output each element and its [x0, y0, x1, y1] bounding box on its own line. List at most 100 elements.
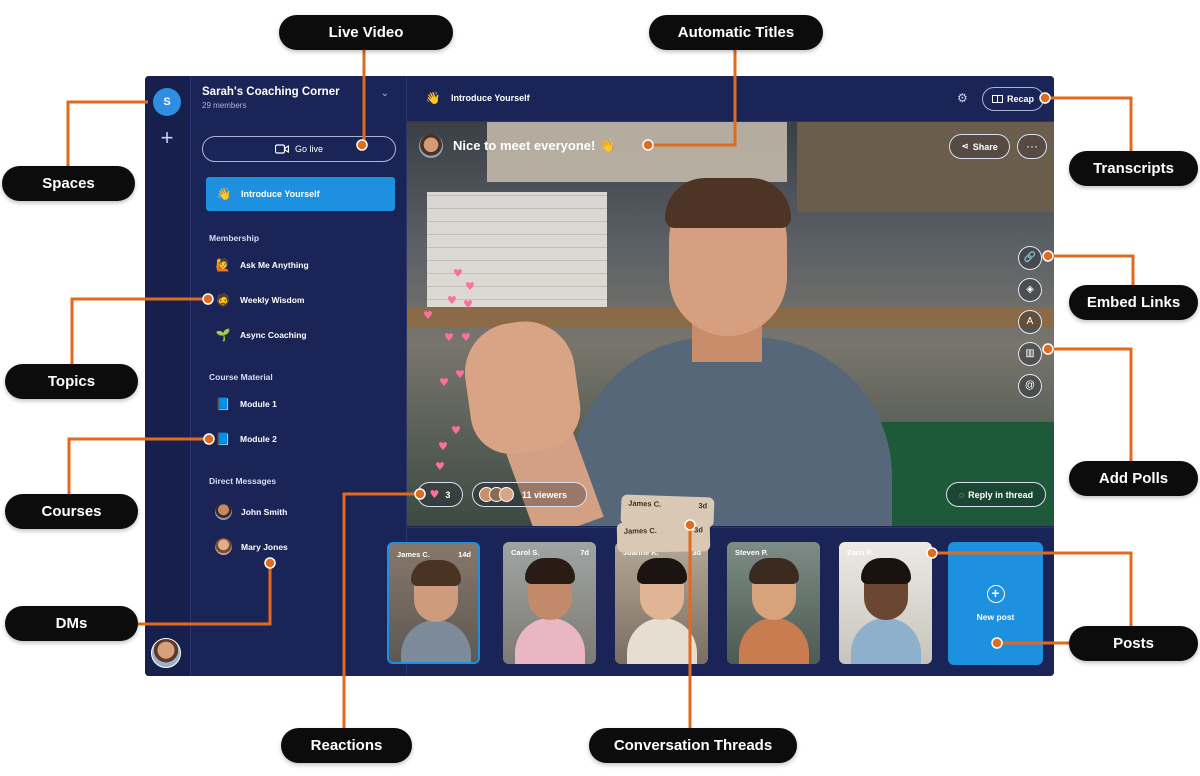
post-card[interactable]: Steven P.	[727, 542, 820, 664]
thread-time: 3d	[698, 501, 708, 511]
topic-label: Ask Me Anything	[240, 260, 309, 270]
thread-author: James C.	[623, 526, 657, 536]
callout-embed-links: Embed Links	[1069, 285, 1198, 320]
go-live-button[interactable]: Go live	[202, 136, 396, 162]
post-author: Carol S.	[511, 548, 540, 557]
viewer-avatars	[479, 487, 514, 502]
post-author: Steven P.	[735, 548, 768, 557]
heart-icon: ♥	[465, 280, 475, 293]
reaction-button[interactable]: ♥ 3	[417, 482, 463, 507]
presenter	[572, 337, 892, 526]
add-space-icon[interactable]: +	[157, 127, 177, 149]
heart-icon: ♥	[447, 294, 457, 307]
main-panel: 👋 Introduce Yourself ⚙ Recap Nice to mee…	[387, 76, 1054, 676]
reply-label: Reply in thread	[968, 489, 1034, 500]
post-time: 14d	[458, 550, 471, 559]
post-thumbnail	[749, 558, 799, 584]
sidebar: Sarah's Coaching Corner 29 members ⌄ Go …	[191, 76, 407, 676]
chat-bubble-icon: ◌	[958, 489, 965, 500]
post-card[interactable]: James C. 14d	[387, 542, 480, 664]
app-window: S + Sarah's Coaching Corner 29 members ⌄…	[145, 76, 1054, 676]
transcript-icon	[991, 95, 1003, 103]
course-label: Module 2	[240, 434, 277, 444]
dm-label: Mary Jones	[241, 541, 288, 552]
callout-transcripts: Transcripts	[1069, 151, 1198, 186]
posts-strip: James C. 14d Carol S. 7d Joanne K. 3d Ja…	[387, 494, 1054, 676]
avatar	[215, 538, 232, 555]
callout-live-video: Live Video	[279, 15, 453, 50]
callout-spaces: Spaces	[2, 166, 135, 201]
auto-title: Nice to meet everyone! 👋	[453, 138, 616, 153]
topic-weekly-wisdom[interactable]: 🧔 Weekly Wisdom	[215, 293, 305, 307]
callout-courses: Courses	[5, 494, 138, 529]
channel-title: Introduce Yourself	[451, 93, 530, 103]
post-time: 7d	[580, 548, 589, 557]
new-post-button[interactable]: + New post	[948, 542, 1043, 665]
wizard-icon: 🧔	[215, 293, 231, 307]
post-card[interactable]: Zach P.	[839, 542, 932, 664]
space-header[interactable]: Sarah's Coaching Corner 29 members ⌄	[202, 86, 397, 110]
member-count: 29 members	[202, 101, 247, 110]
viewer-count: 11 viewers	[522, 489, 568, 500]
topic-ask-me-anything[interactable]: 🙋 Ask Me Anything	[215, 258, 309, 272]
text-icon[interactable]: A	[1018, 310, 1042, 334]
gear-icon[interactable]: ⚙	[957, 92, 969, 104]
callout-automatic-titles: Automatic Titles	[649, 15, 823, 50]
video-title: Nice to meet everyone! 👋	[419, 134, 615, 158]
seedling-icon: 🌱	[215, 328, 231, 342]
heart-icon: ♥	[455, 368, 465, 381]
heart-icon: ♥	[463, 298, 473, 311]
video-camera-icon	[274, 144, 289, 154]
user-avatar[interactable]	[151, 638, 181, 668]
poll-icon[interactable]: ▥	[1018, 342, 1042, 366]
heart-icon: ♥	[435, 460, 445, 473]
course-label: Module 1	[240, 399, 277, 409]
live-video-player[interactable]: Nice to meet everyone! 👋 ⋖ Share ··· 🔗 ◈…	[407, 122, 1054, 526]
viewers-button[interactable]: 11 viewers	[472, 482, 587, 507]
link-icon[interactable]: 🔗	[1018, 246, 1042, 270]
dm-mary-jones[interactable]: Mary Jones	[215, 538, 288, 555]
more-options-button[interactable]: ···	[1017, 134, 1047, 159]
new-post-label: New post	[976, 612, 1015, 622]
share-button[interactable]: ⋖ Share	[949, 134, 1010, 159]
thread-card[interactable]: James C. 3d	[616, 521, 711, 553]
heart-icon: ♥	[444, 331, 454, 344]
mention-icon[interactable]: @	[1018, 374, 1042, 398]
reply-in-thread-button[interactable]: ◌ Reply in thread	[946, 482, 1046, 507]
course-module-1[interactable]: 📘 Module 1	[215, 397, 277, 411]
heart-icon: ♥	[429, 488, 440, 501]
callout-reactions: Reactions	[281, 728, 412, 763]
recap-button[interactable]: Recap	[982, 87, 1044, 111]
raised-hand-icon: 🙋	[215, 258, 231, 272]
heart-icon: ♥	[439, 376, 449, 389]
presenter	[458, 314, 586, 460]
channel-heading: 👋 Introduce Yourself	[425, 91, 530, 105]
video-background	[797, 122, 1054, 212]
wave-icon: 👋	[216, 187, 232, 201]
channel-topbar: 👋 Introduce Yourself ⚙ Recap	[407, 76, 1054, 122]
callout-topics: Topics	[5, 364, 138, 399]
post-card[interactable]: Carol S. 7d	[503, 542, 596, 664]
dm-john-smith[interactable]: John Smith	[215, 503, 287, 520]
callout-conversation-threads: Conversation Threads	[589, 728, 797, 763]
go-live-label: Go live	[294, 144, 323, 154]
topic-label: Async Coaching	[240, 330, 307, 340]
topic-async-coaching[interactable]: 🌱 Async Coaching	[215, 328, 307, 342]
heart-icon: ♥	[453, 267, 463, 280]
avatar	[499, 487, 514, 502]
heart-icon: ♥	[451, 424, 461, 437]
share-icon: ⋖	[961, 141, 969, 151]
post-author: Zach P.	[847, 548, 873, 557]
post-thumbnail	[637, 558, 687, 584]
connector-transcripts	[1045, 96, 1133, 152]
plus-icon: +	[986, 585, 1005, 603]
course-module-2[interactable]: 📘 Module 2	[215, 432, 277, 446]
channel-introduce-yourself[interactable]: 👋 Introduce Yourself	[206, 177, 395, 211]
space-avatar[interactable]: S	[153, 88, 181, 116]
post-card[interactable]: Joanne K. 3d	[615, 542, 708, 664]
callout-dms: DMs	[5, 606, 138, 641]
thread-author: James C.	[628, 498, 662, 509]
chevron-down-icon[interactable]: ⌄	[381, 88, 389, 99]
avatar	[215, 503, 232, 520]
fill-icon[interactable]: ◈	[1018, 278, 1042, 302]
